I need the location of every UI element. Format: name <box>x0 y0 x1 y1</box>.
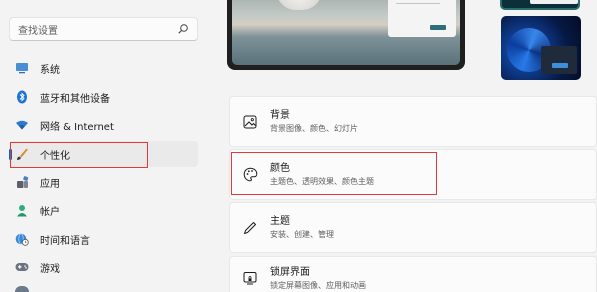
sidebar-item-partial <box>15 286 29 292</box>
theme-preview <box>227 0 465 70</box>
card-subtitle: 背景图像、颜色、幻灯片 <box>270 124 358 133</box>
card-title: 颜色 <box>270 163 290 174</box>
sidebar-item-gaming[interactable]: 游戏 <box>9 254 198 280</box>
person-icon <box>15 203 29 217</box>
card-lock-screen[interactable]: 锁屏界面 锁定屏幕图像、应用和动画 <box>229 256 597 292</box>
card-title: 主题 <box>270 216 290 227</box>
card-colors[interactable]: 颜色 主题色、透明效果、颜色主题 <box>229 149 597 200</box>
palette-icon <box>242 167 258 183</box>
sidebar-item-label: 个性化 <box>40 150 70 162</box>
sidebar-item-label: 应用 <box>40 178 60 190</box>
sidebar-item-label: 蓝牙和其他设备 <box>40 93 110 105</box>
search-icon[interactable] <box>177 23 189 35</box>
theme-tile-selected[interactable] <box>500 0 580 10</box>
card-subtitle: 锁定屏幕图像、应用和动画 <box>270 280 366 290</box>
brush-icon <box>15 147 29 161</box>
search-input[interactable]: 查找设置 <box>18 22 177 37</box>
monitor-icon <box>15 61 29 75</box>
gamepad-icon <box>15 260 29 274</box>
sidebar-item-time-language[interactable]: 时间和语言 <box>9 226 198 252</box>
apps-icon <box>15 175 29 189</box>
sidebar-item-label: 网络 & Internet <box>40 121 114 133</box>
card-title: 锁屏界面 <box>270 266 310 278</box>
card-subtitle: 主题色、透明效果、颜色主题 <box>270 177 374 186</box>
sidebar-item-bluetooth[interactable]: 蓝牙和其他设备 <box>9 84 198 110</box>
sidebar-item-accounts[interactable]: 帐户 <box>9 197 198 223</box>
sidebar-item-apps[interactable]: 应用 <box>9 169 198 195</box>
preview-wallpaper <box>232 0 460 65</box>
pen-icon <box>242 220 258 236</box>
card-title: 背景 <box>270 110 290 121</box>
preview-window <box>388 0 456 37</box>
wifi-icon <box>15 118 29 132</box>
sidebar-item-label: 系统 <box>40 64 60 76</box>
card-subtitle: 安装、创建、管理 <box>270 230 334 239</box>
lockscreen-icon <box>242 270 258 286</box>
sidebar-item-label: 游戏 <box>40 263 60 275</box>
sidebar-item-label: 帐户 <box>40 206 60 218</box>
image-icon <box>242 114 258 130</box>
globe-clock-icon <box>15 232 29 246</box>
search-box[interactable]: 查找设置 <box>9 17 198 41</box>
sidebar-item-label: 时间和语言 <box>40 235 90 247</box>
theme-tile-bloom[interactable] <box>501 16 581 80</box>
preview-sun <box>276 0 322 10</box>
card-themes[interactable]: 主题 安装、创建、管理 <box>229 202 597 253</box>
card-background[interactable]: 背景 背景图像、颜色、幻灯片 <box>229 96 597 147</box>
sidebar-item-system[interactable]: 系统 <box>9 55 198 81</box>
bluetooth-icon <box>15 90 29 104</box>
sidebar-item-network[interactable]: 网络 & Internet <box>9 112 198 138</box>
sidebar-item-personalization[interactable]: 个性化 <box>9 141 198 167</box>
preview-accent-button <box>430 25 446 30</box>
selection-indicator <box>9 149 12 160</box>
